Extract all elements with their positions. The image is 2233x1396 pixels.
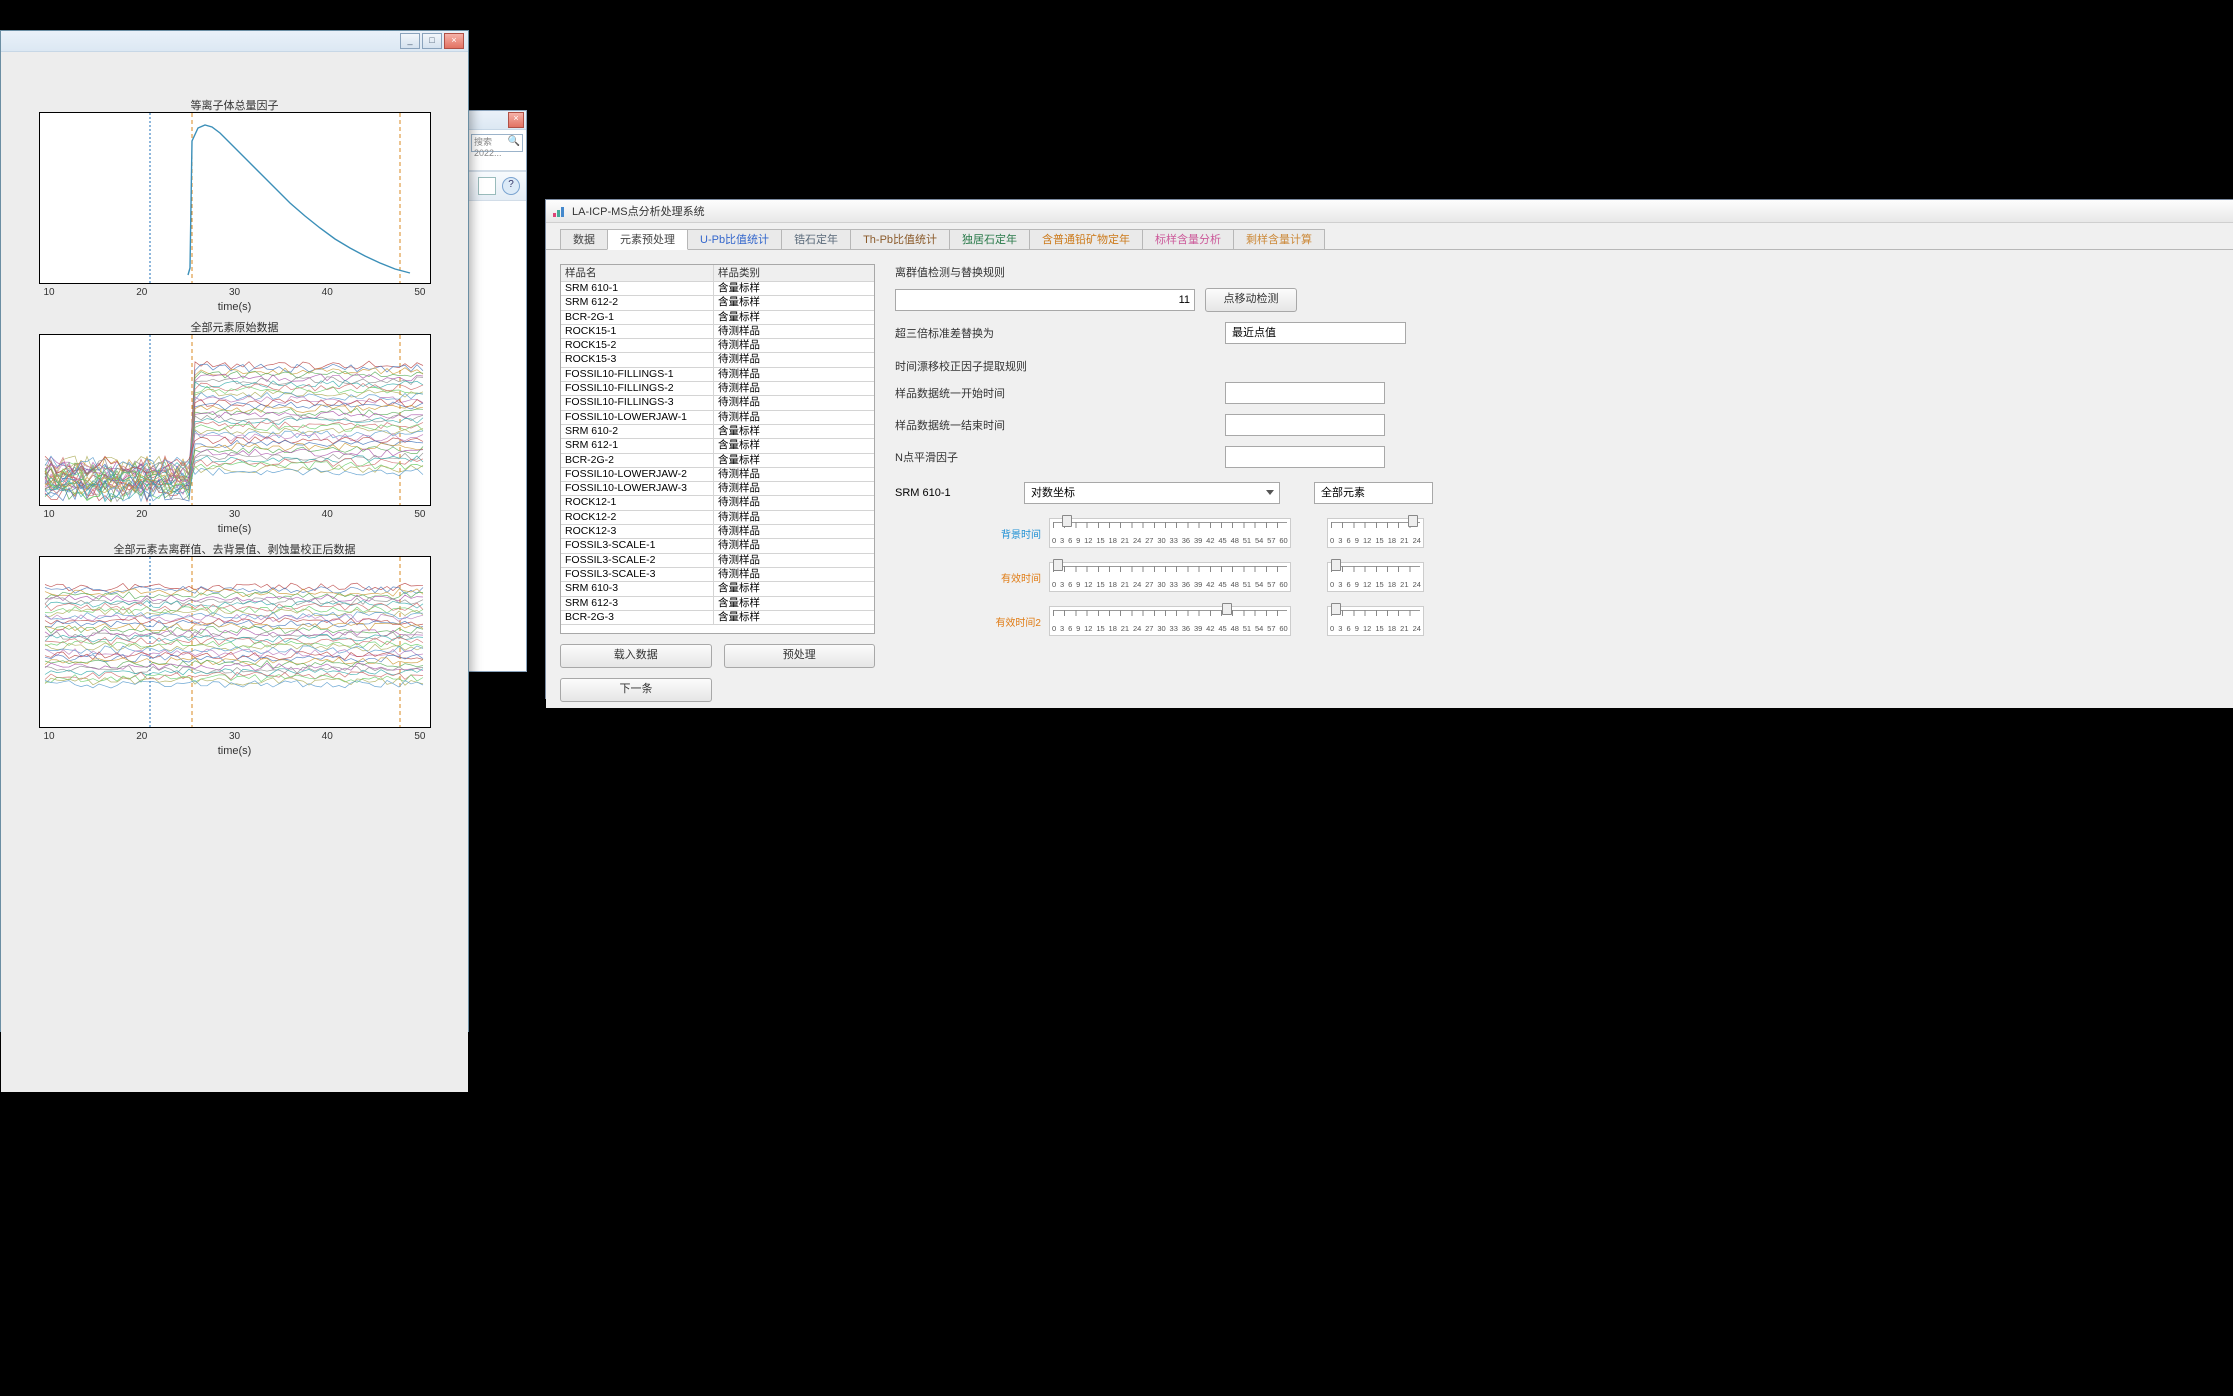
tab-标样含量分析[interactable]: 标样含量分析	[1142, 229, 1234, 249]
plot-xticks: 10 20 30 40 50	[40, 731, 430, 742]
table-row[interactable]: SRM 610-1含量标样	[561, 282, 874, 296]
table-row[interactable]: ROCK12-1待测样品	[561, 496, 874, 510]
search-icon[interactable]: 🔍	[508, 136, 520, 147]
plot-xticks: 10 20 30 40 50	[40, 287, 430, 298]
app-titlebar[interactable]: LA-ICP-MS点分析处理系统	[546, 200, 2233, 223]
table-row[interactable]: FOSSIL10-FILLINGS-3待测样品	[561, 396, 874, 410]
table-row[interactable]: FOSSIL10-LOWERJAW-1待测样品	[561, 411, 874, 425]
replace-label: 超三倍标准差替换为	[895, 325, 1005, 341]
plot-title: 全部元素原始数据	[40, 319, 430, 335]
background-titlebar[interactable]: ×	[468, 111, 526, 130]
table-row[interactable]: FOSSIL10-FILLINGS-2待测样品	[561, 382, 874, 396]
replace-method-dropdown[interactable]: 最近点值	[1225, 322, 1406, 344]
bg-time-slider-b[interactable]: 03691215182124	[1327, 518, 1424, 548]
preprocess-button[interactable]: 预处理	[724, 644, 876, 668]
eff-time-label: 有效时间	[981, 562, 1041, 585]
eff-time2-label: 有效时间2	[981, 606, 1041, 629]
eff-time-slider-a[interactable]: 03691215182124273033363942454851545760	[1049, 562, 1291, 592]
table-row[interactable]: ROCK15-3待测样品	[561, 353, 874, 367]
point-move-detect-button[interactable]: 点移动检测	[1205, 288, 1297, 312]
eff-time2-slider-a[interactable]: 03691215182124273033363942454851545760	[1049, 606, 1291, 636]
figure-window: _ □ × 等离子体总量因子 10 20 30 40 50 time(s)	[0, 30, 469, 1032]
smooth-factor-input[interactable]	[1225, 446, 1385, 468]
tab-剩样含量计算[interactable]: 剩样含量计算	[1233, 229, 1325, 249]
table-row[interactable]: ROCK12-2待测样品	[561, 511, 874, 525]
background-window: × 搜索 2022... 🔍 ?	[467, 110, 527, 672]
plot-xlabel: time(s)	[40, 523, 430, 535]
search-placeholder: 搜索 2022...	[474, 137, 502, 158]
table-row[interactable]: BCR-2G-1含量标样	[561, 311, 874, 325]
table-row[interactable]: FOSSIL10-FILLINGS-1待测样品	[561, 368, 874, 382]
tab-数据[interactable]: 数据	[560, 229, 608, 249]
sample-table[interactable]: 样品名 样品类别 SRM 610-1含量标样SRM 612-2含量标样BCR-2…	[560, 264, 875, 634]
tab-bar: 数据元素预处理U-Pb比值统计锆石定年Th-Pb比值统计独居石定年含普通铅矿物定…	[546, 223, 2233, 250]
table-row[interactable]: SRM 612-3含量标样	[561, 597, 874, 611]
table-row[interactable]: SRM 612-1含量标样	[561, 439, 874, 453]
close-icon[interactable]: ×	[444, 33, 464, 49]
coordinate-dropdown[interactable]: 对数坐标	[1024, 482, 1280, 504]
table-row[interactable]: FOSSIL3-SCALE-2待测样品	[561, 554, 874, 568]
search-input[interactable]: 搜索 2022... 🔍	[471, 134, 523, 152]
plot-xlabel: time(s)	[40, 301, 430, 313]
app-title: LA-ICP-MS点分析处理系统	[572, 203, 705, 219]
window-icon[interactable]	[478, 177, 496, 195]
current-sample-label: SRM 610-1	[895, 487, 1010, 499]
table-row[interactable]: FOSSIL3-SCALE-1待测样品	[561, 539, 874, 553]
tab-锆石定年[interactable]: 锆石定年	[781, 229, 851, 249]
drift-section-label: 时间漂移校正因子提取规则	[895, 358, 2220, 374]
table-row[interactable]: ROCK15-1待测样品	[561, 325, 874, 339]
smooth-label: N点平滑因子	[895, 449, 1005, 465]
table-row[interactable]: FOSSIL3-SCALE-3待测样品	[561, 568, 874, 582]
plot-xlabel: time(s)	[40, 745, 430, 757]
table-row[interactable]: ROCK12-3待测样品	[561, 525, 874, 539]
minimize-icon[interactable]: _	[400, 33, 420, 49]
load-data-button[interactable]: 载入数据	[560, 644, 712, 668]
plot-corrected-elements: 全部元素去离群值、去背景值、剥蚀量校正后数据 10 20 30 40 50 ti…	[39, 556, 431, 728]
app-icon	[552, 204, 566, 218]
plot-title: 等离子体总量因子	[40, 97, 430, 113]
start-time-input[interactable]	[1225, 382, 1385, 404]
maximize-icon[interactable]: □	[422, 33, 442, 49]
close-icon[interactable]: ×	[508, 112, 524, 128]
plot-raw-elements: 全部元素原始数据 10 20 30 40 50 time(s)	[39, 334, 431, 506]
chevron-down-icon	[1266, 490, 1274, 495]
start-time-label: 样品数据统一开始时间	[895, 385, 1005, 401]
bg-time-slider-a[interactable]: 03691215182124273033363942454851545760	[1049, 518, 1291, 548]
bg-time-label: 背景时间	[981, 518, 1041, 541]
table-row[interactable]: SRM 612-2含量标样	[561, 296, 874, 310]
table-row[interactable]: SRM 610-3含量标样	[561, 582, 874, 596]
tab-独居石定年[interactable]: 独居石定年	[949, 229, 1030, 249]
end-time-input[interactable]	[1225, 414, 1385, 436]
end-time-label: 样品数据统一结束时间	[895, 417, 1005, 433]
background-toolbar: ?	[468, 171, 526, 201]
app-window: LA-ICP-MS点分析处理系统 数据元素预处理U-Pb比值统计锆石定年Th-P…	[545, 199, 2233, 699]
table-row[interactable]: ROCK15-2待测样品	[561, 339, 874, 353]
tab-含普通铅矿物定年[interactable]: 含普通铅矿物定年	[1029, 229, 1143, 249]
table-row[interactable]: SRM 610-2含量标样	[561, 425, 874, 439]
plot-xticks: 10 20 30 40 50	[40, 509, 430, 520]
table-row[interactable]: FOSSIL10-LOWERJAW-2待测样品	[561, 468, 874, 482]
tab-Th-Pb比值统计[interactable]: Th-Pb比值统计	[850, 229, 950, 249]
eff-time-slider-b[interactable]: 03691215182124	[1327, 562, 1424, 592]
table-row[interactable]: BCR-2G-3含量标样	[561, 611, 874, 625]
outlier-points-input[interactable]	[895, 289, 1195, 311]
tab-U-Pb比值统计[interactable]: U-Pb比值统计	[687, 229, 782, 249]
next-button[interactable]: 下一条	[560, 678, 712, 702]
outlier-section-label: 离群值检测与替换规则	[895, 264, 2220, 280]
figure-titlebar[interactable]: _ □ ×	[1, 31, 468, 52]
tab-元素预处理[interactable]: 元素预处理	[607, 229, 688, 250]
table-header: 样品名 样品类别	[561, 265, 874, 282]
elements-dropdown[interactable]: 全部元素	[1314, 482, 1433, 504]
eff-time2-slider-b[interactable]: 03691215182124	[1327, 606, 1424, 636]
plot-title: 全部元素去离群值、去背景值、剥蚀量校正后数据	[40, 541, 430, 557]
table-row[interactable]: BCR-2G-2含量标样	[561, 454, 874, 468]
table-row[interactable]: FOSSIL10-LOWERJAW-3待测样品	[561, 482, 874, 496]
help-icon[interactable]: ?	[502, 177, 520, 195]
plot-total-factor: 等离子体总量因子 10 20 30 40 50 time(s)	[39, 112, 431, 284]
